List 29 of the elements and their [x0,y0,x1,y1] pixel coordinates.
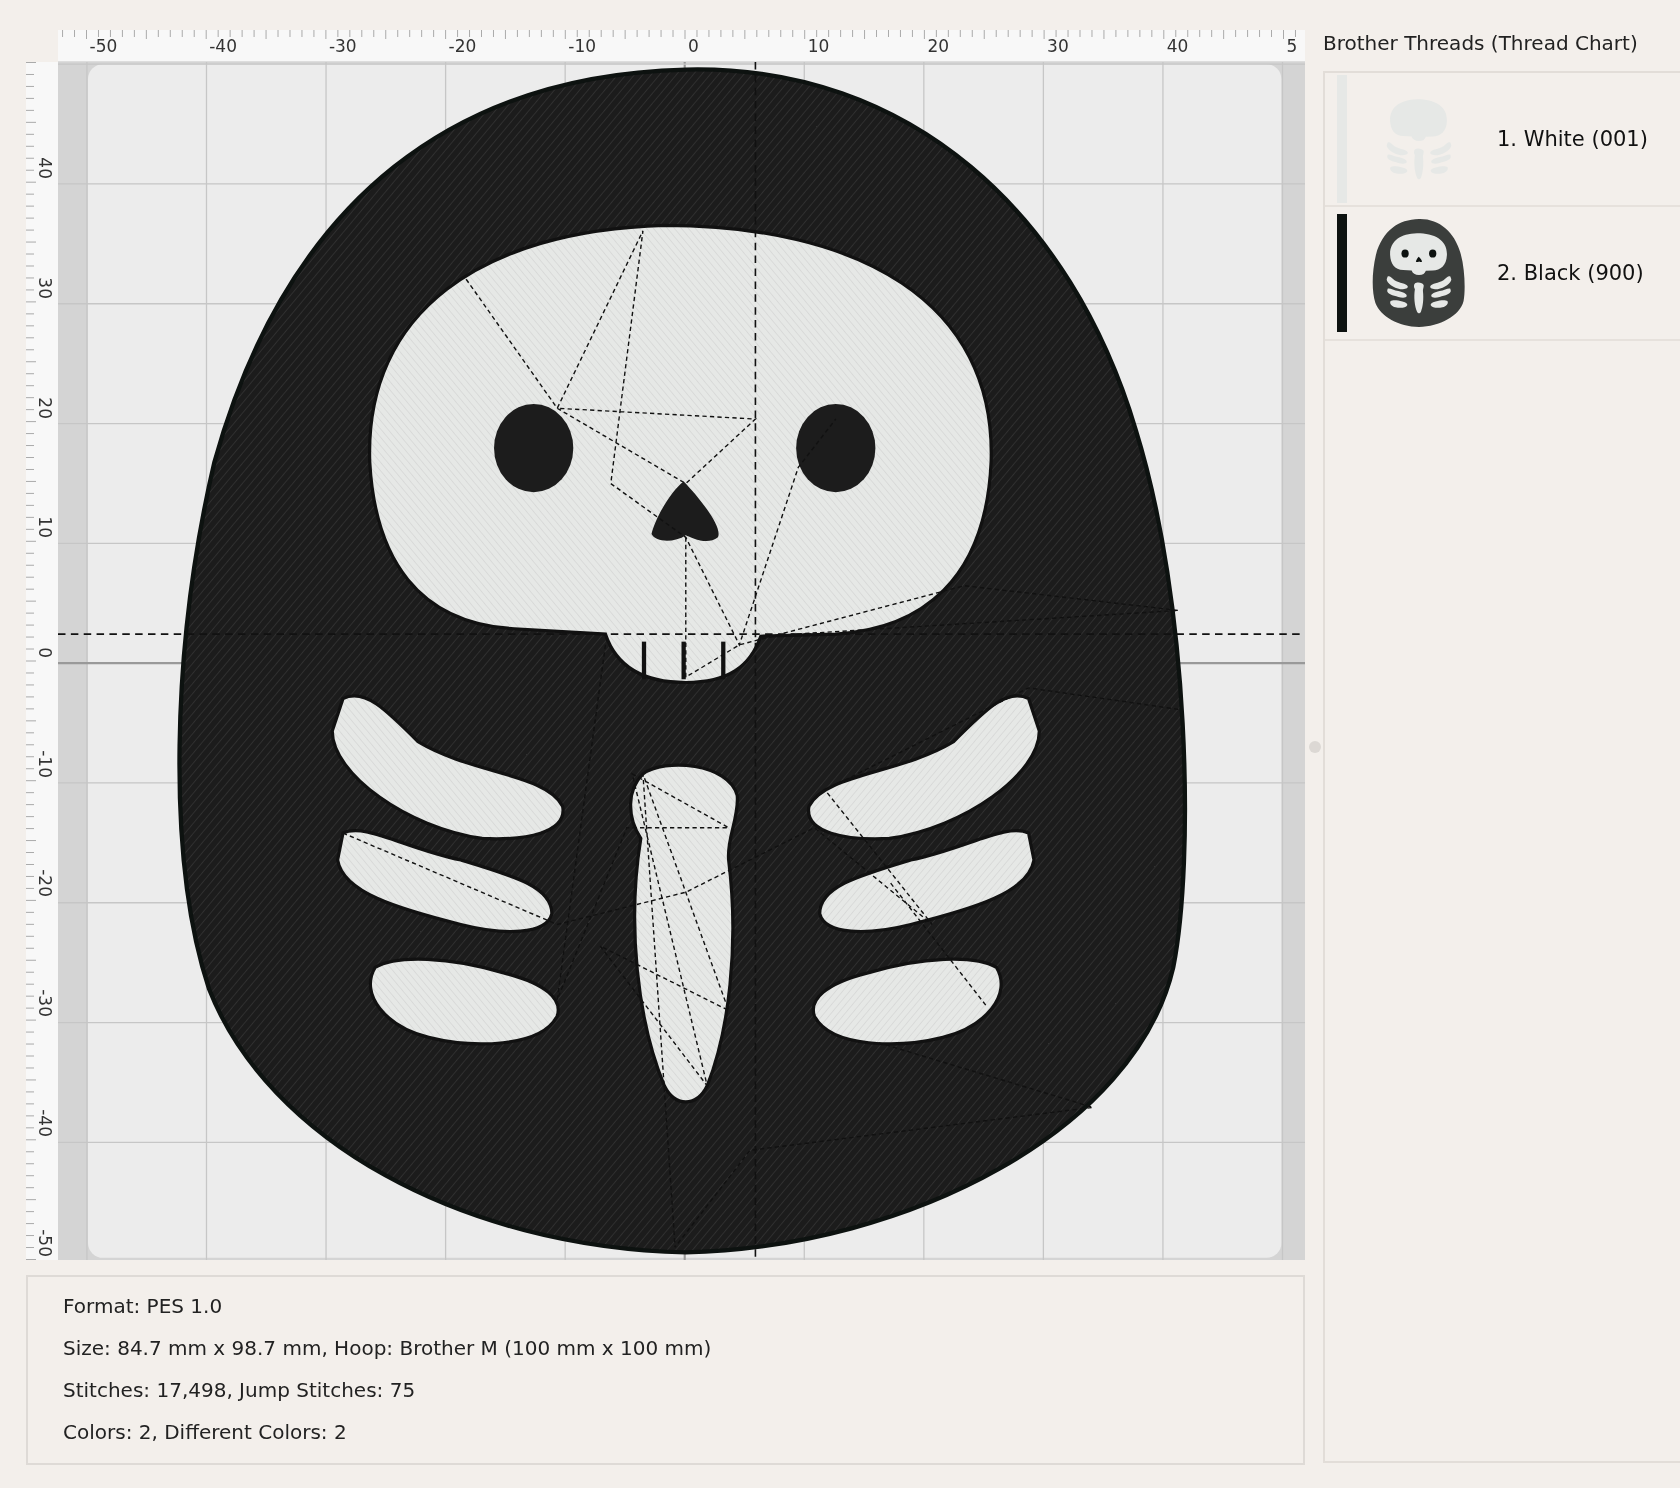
ruler-label: -40 [35,1109,55,1137]
ruler-label: -40 [209,36,237,56]
thread-name: 2. Black (900) [1497,261,1644,285]
info-text: Format: PES 1.0 [63,1294,224,1319]
ruler-label: 0 [688,36,699,56]
ruler-label: 20 [35,396,55,419]
info-text: Stitches: 17,498, Jump Stitches: 75 [63,1378,417,1403]
ruler-label: 0 [35,647,55,658]
thread-row[interactable]: 1. White (001) [1325,73,1680,207]
ruler-label: -20 [448,36,477,56]
ruler-label: 10 [35,516,55,539]
info-text: Size: 84.7 mm x 98.7 mm, Hoop: Brother M (100 mm x 100 mm) [63,1336,713,1361]
ruler-label: -10 [35,749,55,778]
ruler-label: -30 [35,989,55,1018]
ruler-label: 30 [35,277,55,299]
ruler-label: 30 [1047,36,1069,56]
info-text: Colors: 2, Different Colors: 2 [63,1420,348,1445]
ruler-label: 40 [35,157,55,180]
ruler-label: -50 [89,36,118,56]
ruler-label: 5 [1286,36,1298,56]
ruler-label: -50 [35,1228,55,1257]
thread-chart-title: Brother Threads (Thread Chart) [1323,30,1639,57]
ruler-label: -30 [328,36,357,56]
ruler-label: -10 [568,36,597,56]
ruler-label: 20 [927,36,950,56]
ruler-label: -20 [35,869,55,898]
ruler-label: 40 [1166,36,1189,56]
thread-name: 1. White (001) [1497,127,1648,151]
ruler-label: 10 [807,36,830,56]
